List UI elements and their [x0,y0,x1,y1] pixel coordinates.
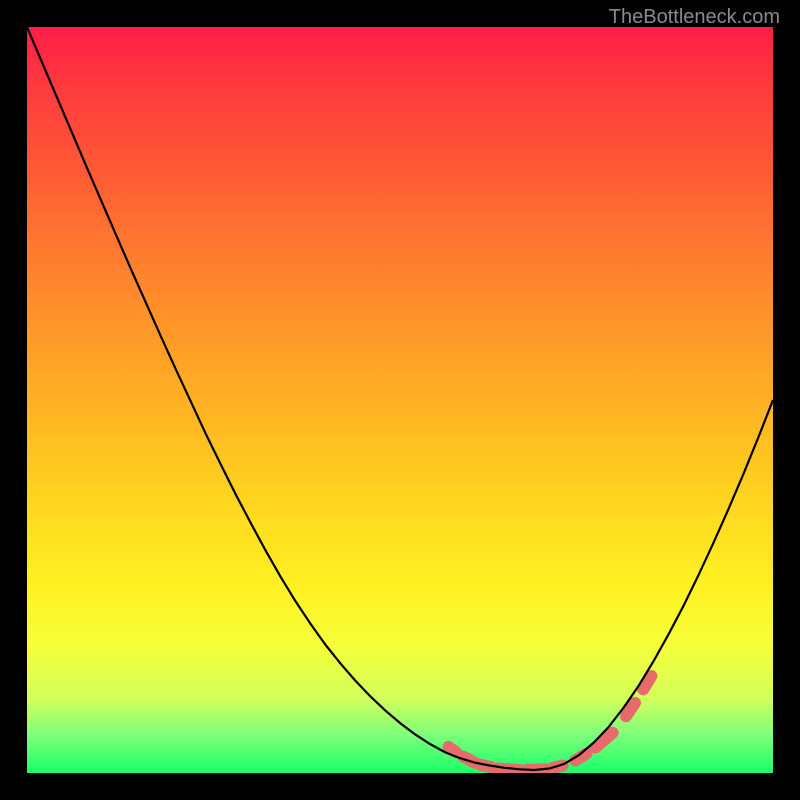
chart-svg [27,27,773,773]
plot-area [27,27,773,773]
bottleneck-curve [27,27,773,770]
highlight-dash [596,733,613,748]
watermark: TheBottleneck.com [609,6,780,29]
highlight-dash [626,703,635,716]
highlight-dash [449,747,456,752]
highlight-segments [449,676,652,770]
